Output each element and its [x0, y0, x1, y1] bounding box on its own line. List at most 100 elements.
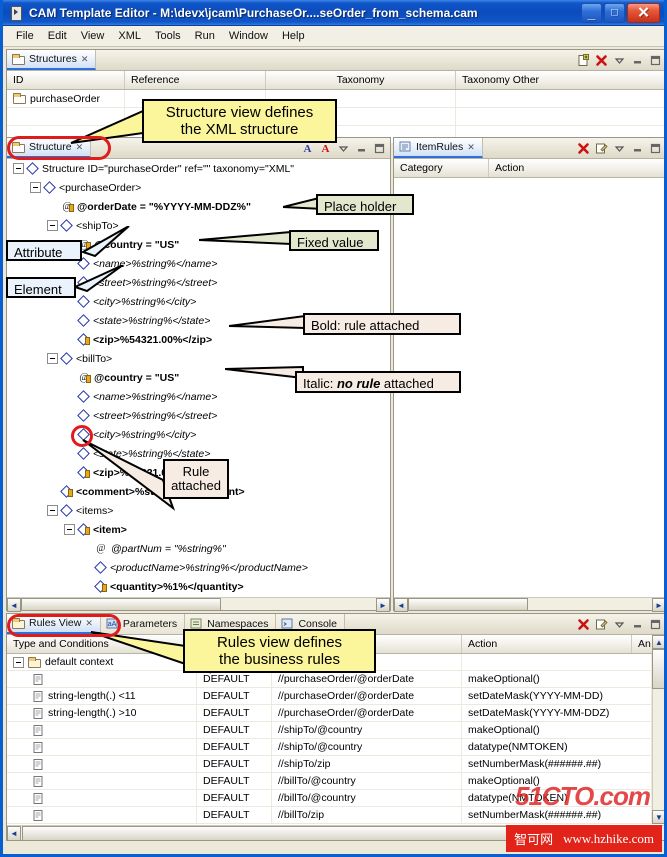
tree-expander-collapse-icon[interactable] [13, 657, 24, 668]
new-structure-icon[interactable] [577, 54, 590, 67]
minimize-icon[interactable] [631, 618, 644, 631]
col-taxonomy[interactable]: Taxonomy [266, 71, 456, 89]
scroll-right-arrow[interactable]: ► [652, 598, 666, 612]
minimize-button[interactable]: _ [581, 3, 602, 23]
rule-tag-highlight [71, 425, 93, 447]
maximize-icon[interactable] [649, 618, 662, 631]
rules-vscrollbar[interactable]: ▲ ▼ [652, 635, 666, 824]
tree-node[interactable]: <items> [7, 501, 390, 520]
itemrules-hscrollbar[interactable]: ◄ ► [394, 597, 666, 610]
col-id[interactable]: ID [7, 71, 125, 89]
minimize-icon[interactable] [631, 54, 644, 67]
tree-expander-collapse-icon[interactable] [47, 505, 58, 516]
table-row[interactable]: string-length(.) >10DEFAULT//purchaseOrd… [7, 705, 652, 722]
table-row[interactable]: string-length(.) <11DEFAULT//purchaseOrd… [7, 688, 652, 705]
maximize-icon[interactable] [373, 142, 386, 155]
structure-tab-highlight [7, 136, 111, 160]
maximize-button[interactable]: □ [604, 3, 625, 23]
scroll-up-arrow[interactable]: ▲ [652, 635, 666, 649]
delete-icon[interactable] [577, 142, 590, 155]
tab-structures[interactable]: Structures ✕ [7, 50, 96, 70]
view-menu-icon[interactable] [613, 142, 626, 155]
minimize-icon[interactable] [355, 142, 368, 155]
font-blue-A-icon[interactable]: A [301, 142, 314, 155]
close-icon[interactable]: ✕ [467, 142, 475, 153]
view-menu-icon[interactable] [613, 54, 626, 67]
scroll-left-arrow[interactable]: ◄ [7, 598, 21, 612]
tree-node[interactable]: <billTo> [7, 349, 390, 368]
tree-node[interactable]: <productName>%string%</productName> [7, 558, 390, 577]
tree-node[interactable]: <street>%string%</street> [7, 406, 390, 425]
scroll-down-arrow[interactable]: ▼ [652, 810, 666, 824]
col-taxonomy-other[interactable]: Taxonomy Other [456, 71, 666, 89]
col-action[interactable]: Action [489, 159, 666, 177]
tree-expander-collapse-icon[interactable] [13, 163, 24, 174]
structure-view-note: Structure view defines the XML structure [142, 99, 337, 143]
close-icon[interactable]: ✕ [81, 54, 89, 65]
tree-node[interactable]: <city>%string%</city> [7, 425, 390, 444]
app-icon [8, 5, 24, 21]
col-action[interactable]: Action [462, 635, 632, 653]
tree-expander-collapse-icon[interactable] [47, 353, 58, 364]
delete-icon[interactable] [595, 54, 608, 67]
view-menu-icon[interactable] [337, 142, 350, 155]
itemrules-toolbar [573, 138, 666, 158]
menu-tools[interactable]: Tools [148, 28, 188, 44]
scroll-thumb[interactable] [22, 826, 512, 841]
menu-file[interactable]: File [9, 28, 41, 44]
tab-itemrules[interactable]: ItemRules ✕ [394, 138, 483, 158]
minimize-icon[interactable] [631, 142, 644, 155]
font-red-A-icon[interactable]: A [319, 142, 332, 155]
scroll-right-arrow[interactable]: ► [376, 598, 390, 612]
menu-xml[interactable]: XML [111, 28, 148, 44]
tree-node-label: <purchaseOrder> [59, 182, 141, 194]
tree-expander-spacer [64, 315, 75, 326]
table-row[interactable]: DEFAULT//shipTo/@countrymakeOptional() [7, 722, 652, 739]
table-row[interactable]: DEFAULT//shipTo/@countrydatatype(NMTOKEN… [7, 739, 652, 756]
tree-node[interactable]: Structure ID="purchaseOrder" ref="" taxo… [7, 159, 390, 178]
menu-view[interactable]: View [74, 28, 112, 44]
tree-node[interactable]: @@partNum = "%string%" [7, 539, 390, 558]
maximize-icon[interactable] [649, 54, 662, 67]
table-row[interactable]: DEFAULT//shipTo/zipsetNumberMask(######.… [7, 756, 652, 773]
tree-expander-collapse-icon[interactable] [47, 220, 58, 231]
scroll-thumb[interactable] [652, 649, 666, 689]
attribute-leader [73, 226, 133, 262]
tree-expander-collapse-icon[interactable] [30, 182, 41, 193]
rules-cell-default: DEFAULT [197, 773, 272, 789]
rules-cell-type-and-conditions: string-length(.) <11 [7, 688, 197, 704]
tree-node-label: <quantity>%1%</quantity> [110, 581, 244, 593]
menu-help[interactable]: Help [275, 28, 312, 44]
menu-edit[interactable]: Edit [41, 28, 74, 44]
element-diamond-icon [78, 410, 89, 421]
tree-expander-collapse-icon[interactable] [64, 524, 75, 535]
tree-node[interactable]: <quantity>%1%</quantity> [7, 577, 390, 596]
delete-icon[interactable] [577, 618, 590, 631]
scroll-left-arrow[interactable]: ◄ [7, 826, 21, 841]
scroll-thumb[interactable] [21, 598, 221, 611]
tab-itemrules-label: ItemRules [416, 141, 463, 153]
title-bar: CAM Template Editor - M:\devx\jcam\Purch… [3, 0, 664, 26]
col-reference[interactable]: Reference [125, 71, 266, 89]
rule-icon [33, 793, 44, 804]
scroll-left-arrow[interactable]: ◄ [394, 598, 408, 612]
edit-icon[interactable] [595, 618, 608, 631]
edit-icon[interactable] [595, 142, 608, 155]
element-callout: Element [6, 277, 76, 298]
close-button[interactable]: ✕ [627, 3, 660, 23]
menu-window[interactable]: Window [222, 28, 275, 44]
tree-node-label: @partNum = "%string%" [111, 543, 226, 555]
rules-cell-default: DEFAULT [197, 739, 272, 755]
window-controls: _ □ ✕ [581, 3, 662, 23]
menu-run[interactable]: Run [188, 28, 222, 44]
tree-node-label: <billTo> [76, 353, 112, 365]
maximize-icon[interactable] [649, 142, 662, 155]
structure-view-note-line1: Structure view defines [150, 104, 329, 121]
structure-hscrollbar[interactable]: ◄ ► [7, 597, 390, 610]
tree-node[interactable]: <item> [7, 520, 390, 539]
view-menu-icon[interactable] [613, 618, 626, 631]
col-category[interactable]: Category [394, 159, 489, 177]
scroll-thumb[interactable] [408, 598, 528, 611]
element-diamond-icon [78, 391, 89, 402]
rule-icon [33, 759, 44, 770]
